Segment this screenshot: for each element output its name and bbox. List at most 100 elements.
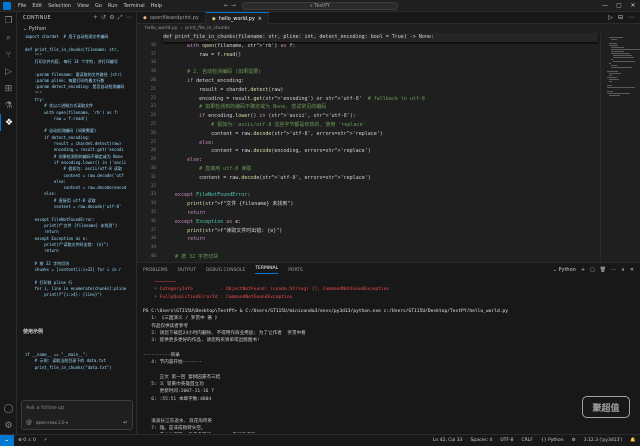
code-editor[interactable]: 16 17 18 19 20 21 22 23 24 25 26 27 28 29 30 31 32 33 34 35… [137, 33, 600, 262]
mention-icon[interactable]: @ [26, 419, 32, 426]
menu-file[interactable]: File [15, 3, 29, 9]
history-icon[interactable]: ↺ [101, 14, 106, 22]
cursor-position[interactable]: Ln 42, Col 33 [429, 438, 467, 443]
chat-input[interactable]: Ask a follow-up @ qwen-max 2.0 ▾ ↵ [21, 400, 133, 430]
tab-ports[interactable]: PORTS [288, 268, 303, 273]
example-code-line: # 示例: 读取当前目录下的 data.txt [25, 358, 106, 364]
account-icon[interactable]: ◯ [0, 400, 17, 417]
search-icon[interactable]: ⌕ [0, 29, 17, 46]
tab-problems[interactable]: PROBLEMS [143, 268, 168, 273]
new-terminal-icon[interactable]: + [581, 267, 585, 273]
source-control-icon[interactable]: ⑂ [0, 46, 17, 63]
minimap[interactable] [600, 33, 640, 262]
code-line[interactable]: # 直接用 utf-8 读取 [163, 165, 598, 174]
language-mode[interactable]: {} Python [537, 438, 568, 443]
run-debug-icon[interactable]: ▷ [0, 63, 17, 80]
split-terminal-icon[interactable]: ▢ [590, 267, 595, 273]
command-center-search[interactable]: ⌕ TestPY [242, 2, 398, 10]
problems-count[interactable]: ⊗ 0 ⚠ 0 [14, 438, 40, 443]
menu-terminal[interactable]: Terminal [121, 3, 148, 9]
breadcrumb-file[interactable]: hello_world.py [145, 26, 177, 31]
code-line[interactable]: return [163, 235, 598, 244]
breadcrumb-symbol[interactable]: print_file_in_chunks [185, 26, 229, 31]
code-line[interactable]: # 假如为: ascii/utf-8 这些字节都是有效的, 使用 'replac… [163, 121, 598, 130]
manage-gear-icon[interactable]: ⚙ [0, 417, 17, 434]
maximize-panel-icon[interactable]: ∧ [621, 267, 625, 273]
encoding[interactable]: UTF-8 [496, 438, 517, 443]
minimize-icon[interactable]: — [598, 0, 612, 12]
extensions-icon[interactable]: ⊞ [0, 80, 17, 97]
send-icon[interactable]: ↵ [123, 419, 128, 426]
code-line[interactable]: encoding = result.get(str">'encoding') o… [163, 95, 598, 104]
notifications-icon[interactable]: 🔔 [626, 438, 640, 443]
close-icon[interactable]: ✕ [626, 0, 640, 12]
menu-run[interactable]: Run [105, 3, 121, 9]
tab-debug-console[interactable]: DEBUG CONSOLE [206, 268, 245, 273]
terminal-line: 3: 提供更多更好的作品, 请您购买清单或出版图书! [143, 338, 260, 344]
code-line[interactable]: with open(filename, str">'rb') as f: [163, 42, 598, 51]
menu-help[interactable]: Help [148, 3, 165, 9]
more-icon[interactable]: ⋯ [126, 14, 132, 22]
menu-edit[interactable]: Edit [29, 3, 45, 9]
indentation[interactable]: Spaces: 4 [467, 438, 497, 443]
tab-openfileandprint[interactable]: ◆ openfileandprint.py [137, 12, 206, 24]
continue-icon[interactable]: ❖ [0, 114, 17, 131]
close-tab-icon[interactable]: × [258, 16, 262, 22]
files-icon[interactable]: ❐ [0, 12, 17, 29]
terminal-selector[interactable]: ⌄ Python [553, 267, 576, 273]
code-lines[interactable]: def print_file_in_chunks(filename: str, … [163, 33, 598, 262]
python-interpreter[interactable]: 3.12.3 ('py3d13') [580, 438, 627, 443]
code-line[interactable]: # 如果检测到的编码不确定或为 None, 尝试常见的编码 [163, 103, 598, 112]
code-line[interactable]: print(str">f"读取文件时出错: {e}") [163, 227, 598, 236]
code-line[interactable] [163, 244, 598, 253]
code-line[interactable]: except Exception as e: [163, 218, 598, 227]
code-line[interactable]: content = raw.decode(str">'utf-8', error… [163, 130, 598, 139]
python-file-icon: ◆ [211, 15, 216, 22]
gear-icon[interactable]: ⚙ [568, 438, 580, 443]
chat-code-line: content = raw.decode('utf [25, 172, 124, 178]
more-actions-icon[interactable]: ⋯ [628, 14, 634, 21]
code-line[interactable]: # 按 32 字符切块 [163, 253, 598, 262]
code-line[interactable]: if detect_encoding: [163, 77, 598, 86]
lightning-icon[interactable]: ⚡ [40, 438, 51, 443]
testing-icon[interactable]: ⚗ [0, 97, 17, 114]
code-line[interactable]: return [163, 209, 598, 218]
run-file-icon[interactable]: ▷ [608, 14, 613, 21]
code-line[interactable]: # 2. 自动检测编码 (如果需要) [163, 68, 598, 77]
code-line[interactable]: content = raw.decode(str">'utf-8', error… [163, 174, 598, 183]
terminal-output[interactable]: ~~~~~~~~ + CategoryInfo : ObjectNotFound… [143, 279, 633, 433]
model-selector[interactable]: qwen-max 2.0 ▾ [36, 420, 68, 425]
code-line[interactable]: print(str">f"文件 {filename} 未找到") [163, 200, 598, 209]
code-line[interactable] [163, 183, 598, 192]
terminal-line: 6: :55:51 本章字数:4804 [143, 396, 212, 402]
code-line[interactable] [163, 59, 598, 68]
split-editor-icon[interactable]: ⊟ [618, 14, 623, 21]
code-line[interactable]: result = chardet.detect(raw) [163, 86, 598, 95]
settings-icon[interactable]: ⚙ [109, 14, 115, 22]
code-line[interactable]: raw = f.read() [163, 51, 598, 60]
code-line[interactable]: else: [163, 156, 598, 165]
menu-view[interactable]: View [74, 3, 92, 9]
code-line[interactable]: if encoding.lower() in (str">'ascii', st… [163, 112, 598, 121]
tab-hello-world[interactable]: ◆ hello_world.py × [205, 12, 269, 24]
maximize-icon[interactable]: ▢ [612, 0, 626, 12]
trash-icon[interactable]: 🗑 [600, 267, 606, 273]
code-line[interactable]: else: [163, 139, 598, 148]
line-numbers: 16 17 18 19 20 21 22 23 24 25 26 27 28 29 30 31 32 33 34 35… [137, 33, 159, 262]
code-line[interactable]: content = raw.decode(encoding, errors=st… [163, 147, 598, 156]
line-ending[interactable]: CRLF [518, 438, 537, 443]
menu-go[interactable]: Go [92, 3, 105, 9]
remote-icon[interactable]: ⌁ [0, 434, 14, 446]
code-line[interactable]: except FileNotFoundError: [163, 191, 598, 200]
sticky-scroll-line[interactable]: def print_file_in_chunks(filename: str, … [163, 33, 598, 42]
more-icon[interactable]: ⋯ [611, 267, 616, 273]
tab-terminal[interactable]: TERMINAL [255, 266, 279, 274]
new-session-icon[interactable]: + [93, 14, 98, 22]
tab-output[interactable]: OUTPUT [178, 268, 196, 273]
close-panel-icon[interactable]: ✕ [630, 267, 634, 273]
nav-arrows[interactable]: ← → [224, 2, 236, 9]
expand-icon[interactable]: ⤢ [118, 14, 123, 22]
menu-selection[interactable]: Selection [45, 3, 74, 9]
line-number: 26 [150, 130, 156, 136]
